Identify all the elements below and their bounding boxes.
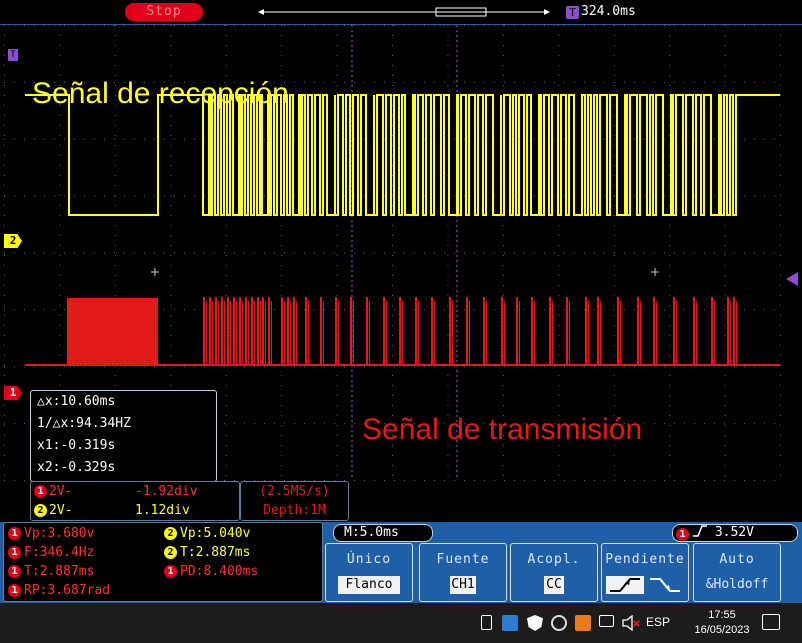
- trigger-source-badge: 1: [676, 528, 689, 541]
- ch1-period-measurement: 1 T:2.887ms: [8, 563, 94, 581]
- ch1-pd-measurement: 1 PD:8.400ms: [164, 563, 258, 581]
- network-icon[interactable]: [551, 615, 567, 631]
- softkey-holdoff[interactable]: Auto &Holdoff: [693, 543, 781, 602]
- softkey-trigger-mode[interactable]: Único Flanco: [325, 543, 413, 602]
- ch1-volts-per-div: 2V-: [49, 484, 73, 499]
- app-tray-icon[interactable]: [575, 615, 591, 631]
- network-wired-icon[interactable]: [599, 615, 614, 627]
- language-indicator[interactable]: ESP: [646, 615, 670, 629]
- trigger-position-icon: T: [8, 49, 18, 61]
- reception-signal-label: Señal de recepción: [32, 77, 289, 110]
- measurement-panel: 1 Vp:3.680v 2 Vp:5.040v 1 F:346.4Hz 2 T:2.88…: [3, 522, 323, 602]
- ch1-badge: 1: [34, 485, 47, 498]
- rising-edge-icon: [693, 525, 707, 537]
- slope-icons: [606, 576, 680, 594]
- trigger-position-icon: T: [566, 6, 579, 19]
- trigger-level-value: 3.52V: [714, 525, 754, 540]
- softkey-slope[interactable]: Pendiente: [601, 543, 689, 602]
- softkey-coupling[interactable]: Acopl. CC: [510, 543, 598, 602]
- system-clock[interactable]: 17:55 16/05/2023: [690, 608, 754, 638]
- ch1-offset-div: -1.92div: [135, 484, 198, 499]
- cursor-delta-x: △x:10.60ms: [37, 394, 116, 409]
- cursor-x1: x1:-0.319s: [37, 438, 116, 453]
- notification-icon[interactable]: [762, 614, 780, 630]
- sample-rate: (2.5MS/s): [259, 484, 330, 499]
- ch2-scale-row[interactable]: 2 2V- 1.12div: [31, 501, 239, 520]
- status-bar: Stop T 324.0ms: [0, 0, 802, 24]
- timebase-readout: M:5.0ms: [333, 524, 433, 542]
- acquisition-panel: (2.5MS/s) Depth:1M: [240, 481, 349, 521]
- usb-icon[interactable]: [481, 615, 492, 630]
- channel-scale-panel: 1 2V- -1.92div 2 2V- 1.12div: [30, 481, 240, 521]
- ch1-scale-row[interactable]: 1 2V- -1.92div: [31, 482, 239, 501]
- trigger-time-readout: T 324.0ms: [566, 3, 670, 21]
- clock-time: 17:55: [708, 609, 736, 621]
- cursor-measurement-box: △x:10.60ms 1/△x:94.34HZ x1:-0.319s x2:-0…: [30, 390, 217, 482]
- ch1-vp-measurement: 1 Vp:3.680v: [8, 525, 94, 543]
- memory-position-bar[interactable]: [258, 7, 550, 17]
- softkey-source[interactable]: Fuente CH1: [419, 543, 507, 602]
- oscilloscope-window: Stop T 324.0ms T Señal de recepción Señal…: [0, 0, 802, 603]
- windows-taskbar: ESP 17:55 16/05/2023: [0, 603, 802, 643]
- shield-icon[interactable]: [527, 615, 543, 631]
- clock-date: 16/05/2023: [694, 624, 750, 636]
- ch2-vp-measurement: 2 Vp:5.040v: [164, 525, 250, 543]
- ch1-rp-measurement: 1 RP:3.687rad: [8, 582, 110, 600]
- transmission-signal-label: Señal de transmisión: [362, 413, 643, 446]
- ch2-offset-div: 1.12div: [135, 503, 190, 518]
- trigger-info: 1 3.52V: [672, 524, 798, 542]
- volume-muted-icon[interactable]: [622, 614, 640, 632]
- ch2-period-measurement: 2 T:2.887ms: [164, 544, 250, 562]
- trigger-level-marker[interactable]: [786, 272, 798, 286]
- cursor-inverse-delta-x: 1/△x:94.34HZ: [37, 416, 131, 431]
- trigger-time-value: 324.0ms: [581, 4, 636, 19]
- cursor-x2: x2:-0.329s: [37, 460, 116, 475]
- run-state-badge[interactable]: Stop: [125, 3, 203, 21]
- ch1-frequency-measurement: 1 F:346.4Hz: [8, 544, 94, 562]
- memory-depth: Depth:1M: [263, 503, 326, 518]
- display-icon[interactable]: [502, 615, 518, 631]
- ch2-volts-per-div: 2V-: [49, 503, 73, 518]
- ch2-badge: 2: [34, 504, 47, 517]
